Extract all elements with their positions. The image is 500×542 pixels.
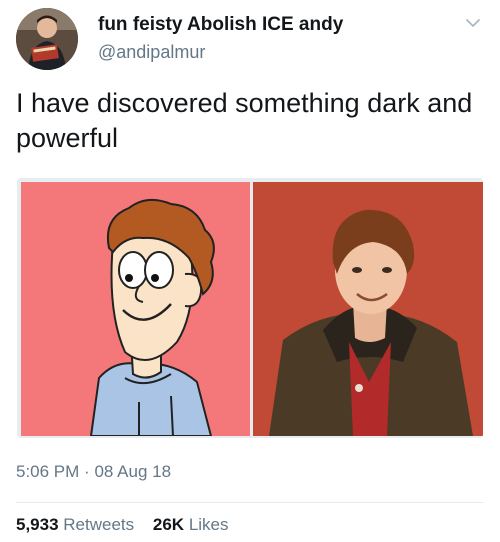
likes-label: Likes (188, 515, 229, 534)
engagement-stats: 5,933 Retweets 26K Likes (16, 515, 243, 535)
tweet-date: 08 Aug 18 (94, 462, 172, 481)
avatar-photo (16, 8, 78, 70)
media-gallery (17, 178, 483, 438)
timestamp-separator: · (84, 462, 90, 481)
chevron-down-icon[interactable] (462, 12, 484, 34)
tweet-time: 5:06 PM (16, 462, 80, 481)
user-handle[interactable]: @andipalmur (98, 41, 343, 63)
display-name[interactable]: fun feisty Abolish ICE andy (98, 14, 343, 36)
user-names: fun feisty Abolish ICE andy @andipalmur (98, 14, 343, 63)
likes-count: 26K (152, 515, 185, 534)
likes-stat[interactable]: 26K Likes (153, 515, 229, 535)
retweets-label: Retweets (63, 515, 135, 534)
media-image-photo[interactable] (253, 182, 483, 436)
tweet-card: fun feisty Abolish ICE andy @andipalmur … (0, 0, 500, 542)
media-image-cartoon[interactable] (21, 182, 250, 436)
divider (16, 502, 484, 503)
retweets-count: 5,933 (16, 515, 59, 534)
tweet-header: fun feisty Abolish ICE andy @andipalmur (16, 8, 484, 70)
avatar[interactable] (16, 8, 78, 70)
retweets-stat[interactable]: 5,933 Retweets (16, 515, 134, 535)
tweet-timestamp[interactable]: 5:06 PM · 08 Aug 18 (16, 462, 171, 482)
tweet-text: I have discovered something dark and pow… (16, 88, 473, 153)
